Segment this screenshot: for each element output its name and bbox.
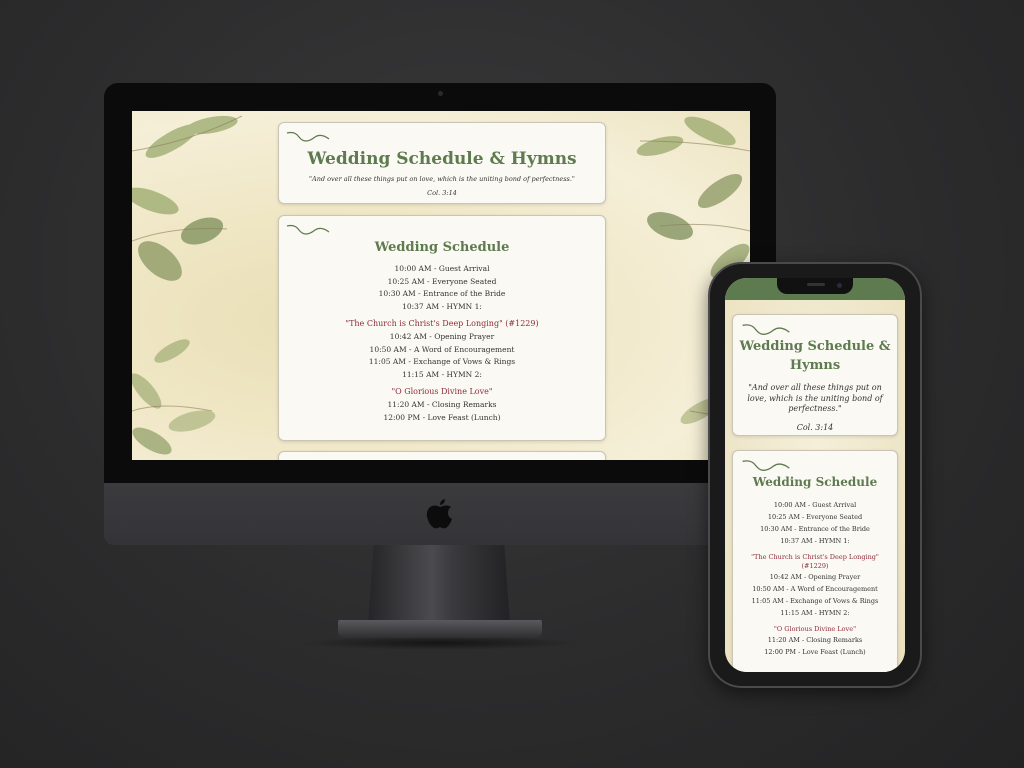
schedule-item: 10:25 AM - Everyone Seated <box>767 513 863 521</box>
imac-stand-shadow <box>300 636 580 650</box>
header-card: Wedding Schedule & Hymns "And over all t… <box>278 122 606 204</box>
schedule-card: Wedding Schedule 10:00 AM - Guest Arriva… <box>278 215 606 441</box>
mobile-screen: Wedding Schedule & Hymns "And over all t… <box>725 278 905 672</box>
mobile-page-title: Wedding Schedule & Hymns <box>739 339 891 373</box>
next-card <box>278 451 606 460</box>
hymn-title: "The Church is Christ's Deep Longing" (#… <box>751 553 879 570</box>
mobile-header-card: Wedding Schedule & Hymns "And over all t… <box>732 314 898 436</box>
desktop-screen: Wedding Schedule & Hymns "And over all t… <box>132 111 750 460</box>
schedule-item: 10:50 AM - A Word of Encouragement <box>369 344 515 354</box>
iphone-mockup: Wedding Schedule & Hymns "And over all t… <box>708 262 922 688</box>
schedule-item: 11:20 AM - Closing Remarks <box>387 399 497 409</box>
schedule-item: 10:42 AM - Opening Prayer <box>389 331 495 341</box>
schedule-heading: Wedding Schedule <box>374 240 510 255</box>
scripture-reference: Col. 3:14 <box>427 189 457 198</box>
leaf-flourish-icon <box>286 131 330 142</box>
imac-camera <box>438 91 443 96</box>
schedule-item: 10:42 AM - Opening Prayer <box>769 573 861 581</box>
schedule-item: 10:00 AM - Guest Arrival <box>394 264 490 273</box>
leaf-flourish-icon <box>742 460 790 471</box>
schedule-item: 11:15 AM - HYMN 2: <box>780 609 850 617</box>
hymn-title: "O Glorious Divine Love" <box>773 625 857 633</box>
schedule-item: 10:00 AM - Guest Arrival <box>773 501 857 509</box>
schedule-item: 10:30 AM - Entrance of the Bride <box>760 525 870 533</box>
leaf-flourish-icon <box>286 224 330 235</box>
schedule-item: 10:50 AM - A Word of Encouragement <box>752 585 878 593</box>
imac-stand-neck <box>368 545 510 625</box>
schedule-item: 10:37 AM - HYMN 1: <box>780 537 850 545</box>
mobile-scripture-reference: Col. 3:14 <box>796 422 834 432</box>
schedule-item: 10:30 AM - Entrance of the Bride <box>378 289 506 299</box>
scripture-quote: "And over all these things put on love, … <box>309 175 575 183</box>
schedule-item: 11:05 AM - Exchange of Vows & Rings <box>751 597 879 605</box>
schedule-item: 11:15 AM - HYMN 2: <box>402 369 482 379</box>
imac-stand-base <box>338 620 542 638</box>
phone-notch <box>777 278 853 294</box>
mobile-schedule-heading: Wedding Schedule <box>752 475 878 489</box>
schedule-item: 10:25 AM - Everyone Seated <box>387 276 497 286</box>
schedule-item: 11:05 AM - Exchange of Vows & Rings <box>368 357 516 367</box>
imac-bezel: Wedding Schedule & Hymns "And over all t… <box>104 83 776 483</box>
phone-speaker <box>807 283 825 286</box>
page-title: Wedding Schedule & Hymns <box>307 149 577 169</box>
phone-camera <box>837 283 842 288</box>
apple-logo-icon <box>426 499 452 529</box>
leaf-flourish-icon <box>742 324 790 335</box>
schedule-item: 11:20 AM - Closing Remarks <box>767 636 863 644</box>
schedule-item: 10:37 AM - HYMN 1: <box>402 301 482 311</box>
imac-mockup: Wedding Schedule & Hymns "And over all t… <box>104 83 776 545</box>
mobile-schedule-card: Wedding Schedule 10:00 AM - Guest Arriva… <box>732 450 898 672</box>
left-foliage-decoration <box>132 115 243 455</box>
schedule-item: 12:00 PM - Love Feast (Lunch) <box>383 412 501 422</box>
schedule-item: 12:00 PM - Love Feast (Lunch) <box>764 648 866 656</box>
hymn-title: "The Church is Christ's Deep Longing" (#… <box>345 319 539 329</box>
hymn-title: "O Glorious Divine Love" <box>391 387 493 397</box>
mobile-scripture-quote: "And over all these things put on love, … <box>747 383 883 413</box>
imac-chin <box>104 483 776 545</box>
